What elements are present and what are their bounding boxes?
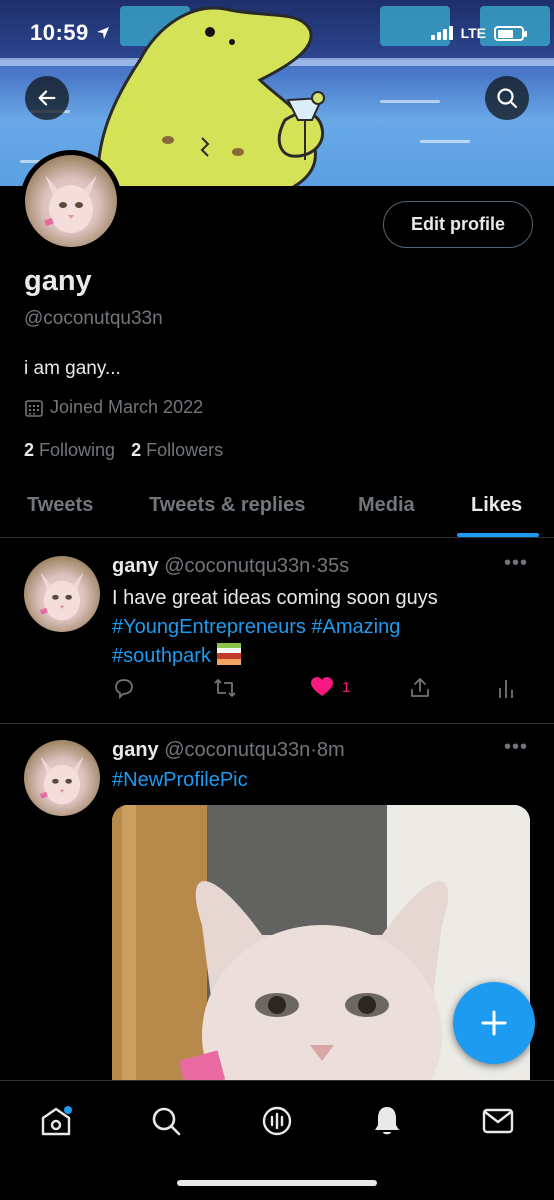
tweet-author-handle: @coconutqu33n [164, 555, 311, 577]
sphynx-cat-illustration [39, 572, 84, 621]
tweet-avatar[interactable] [24, 556, 100, 632]
status-time-group: 10:59 [30, 20, 111, 46]
nav-messages[interactable] [478, 1101, 518, 1141]
tweet-author-handle: @coconutqu33n [164, 739, 311, 761]
hashtag-link[interactable]: #YoungEntrepreneurs [112, 616, 306, 638]
profile-handle: @coconutqu33n [24, 308, 163, 329]
follow-stats: 2 Following 2 Followers [24, 440, 223, 461]
status-time: 10:59 [30, 20, 89, 45]
search-icon [152, 1107, 181, 1136]
tweet-text: #NewProfilePic [112, 766, 532, 795]
profile-name: gany [24, 265, 92, 297]
joined-date: Joined March 2022 [24, 397, 203, 418]
tweet-actions: 1 [112, 676, 522, 704]
profile-avatar-image [25, 155, 117, 247]
tweet-author-name[interactable]: gany [112, 739, 159, 761]
share-icon [411, 678, 429, 697]
joined-label: Joined March 2022 [50, 397, 204, 417]
hashtag-link[interactable]: #Amazing [311, 616, 400, 638]
share-button[interactable] [408, 676, 432, 700]
tweet-dot: · [310, 555, 317, 577]
bell-icon [375, 1107, 399, 1135]
tab-likes[interactable]: Likes [471, 494, 522, 517]
profile-avatar[interactable] [20, 150, 122, 252]
back-arrow-icon [38, 90, 56, 106]
tweet-time: 8m [316, 739, 345, 761]
banner-ripple [380, 100, 440, 103]
tweet-body: I have great ideas coming soon guys [112, 587, 438, 609]
more-options-icon[interactable]: ••• [504, 736, 528, 759]
south-park-flag-emoji [216, 643, 241, 665]
tweet-dot: · [310, 739, 317, 761]
status-indicators: LTE [430, 25, 527, 41]
heart-icon [311, 677, 333, 696]
followers-link[interactable]: 2 Followers [131, 440, 223, 461]
retweet-button[interactable] [212, 676, 238, 700]
tab-media[interactable]: Media [358, 494, 415, 517]
more-options-icon[interactable]: ••• [504, 552, 528, 575]
analytics-button[interactable] [496, 676, 516, 700]
following-link[interactable]: 2 Following [24, 440, 115, 461]
followers-count: 2 [131, 440, 142, 460]
profile-tabs: Tweets Tweets & replies Media Likes [0, 478, 554, 538]
battery-icon [494, 25, 527, 41]
hashtag-link[interactable]: #southpark [112, 645, 211, 667]
search-icon [497, 88, 518, 109]
edit-profile-button[interactable]: Edit profile [383, 201, 533, 248]
tab-tweets-replies[interactable]: Tweets & replies [149, 494, 305, 517]
sphynx-cat-illustration [44, 175, 97, 233]
network-label: LTE [460, 25, 486, 41]
profile-bio: i am gany... [24, 358, 121, 379]
status-bar: 10:59 LTE [0, 0, 554, 66]
following-count: 2 [24, 440, 35, 460]
analytics-icon [499, 680, 513, 698]
reply-button[interactable] [112, 676, 136, 700]
home-icon [41, 1106, 72, 1136]
tweet-author-name[interactable]: gany [112, 555, 159, 577]
location-arrow-icon [96, 27, 109, 39]
tweet-header: gany @coconutqu33n·8m [112, 739, 345, 762]
tweet-text: I have great ideas coming soon guys #You… [112, 584, 532, 671]
reply-icon [115, 679, 133, 700]
tab-tweets[interactable]: Tweets [27, 494, 93, 517]
sphynx-cat-photo [112, 805, 530, 1105]
active-tab-indicator [457, 533, 539, 537]
like-count: 1 [342, 678, 351, 696]
home-indicator[interactable] [177, 1180, 377, 1186]
followers-label: Followers [146, 440, 224, 460]
nav-spaces[interactable] [257, 1101, 297, 1141]
tweet[interactable]: gany @coconutqu33n·35s ••• I have great … [0, 538, 554, 724]
following-label: Following [39, 440, 116, 460]
banner-ripple [420, 140, 470, 143]
sphynx-cat-illustration [39, 756, 84, 805]
compose-tweet-button[interactable] [453, 982, 535, 1064]
tweet-time: 35s [316, 555, 350, 577]
like-button[interactable]: 1 [310, 676, 350, 698]
spaces-microphone-icon [262, 1106, 292, 1136]
tweet-avatar[interactable] [24, 740, 100, 816]
nav-home[interactable] [36, 1101, 76, 1141]
nav-notifications[interactable] [367, 1101, 407, 1141]
envelope-icon [482, 1108, 514, 1134]
tweet-media-image[interactable] [112, 805, 530, 1105]
nav-explore[interactable] [146, 1101, 186, 1141]
tweet-header: gany @coconutqu33n·35s [112, 555, 349, 578]
calendar-icon [25, 399, 43, 417]
cellular-signal-icon [430, 26, 453, 40]
retweet-icon [214, 679, 236, 697]
search-button[interactable] [485, 76, 529, 120]
plus-icon [481, 1010, 507, 1036]
back-button[interactable] [25, 76, 69, 120]
hashtag-link[interactable]: #NewProfilePic [112, 769, 248, 791]
